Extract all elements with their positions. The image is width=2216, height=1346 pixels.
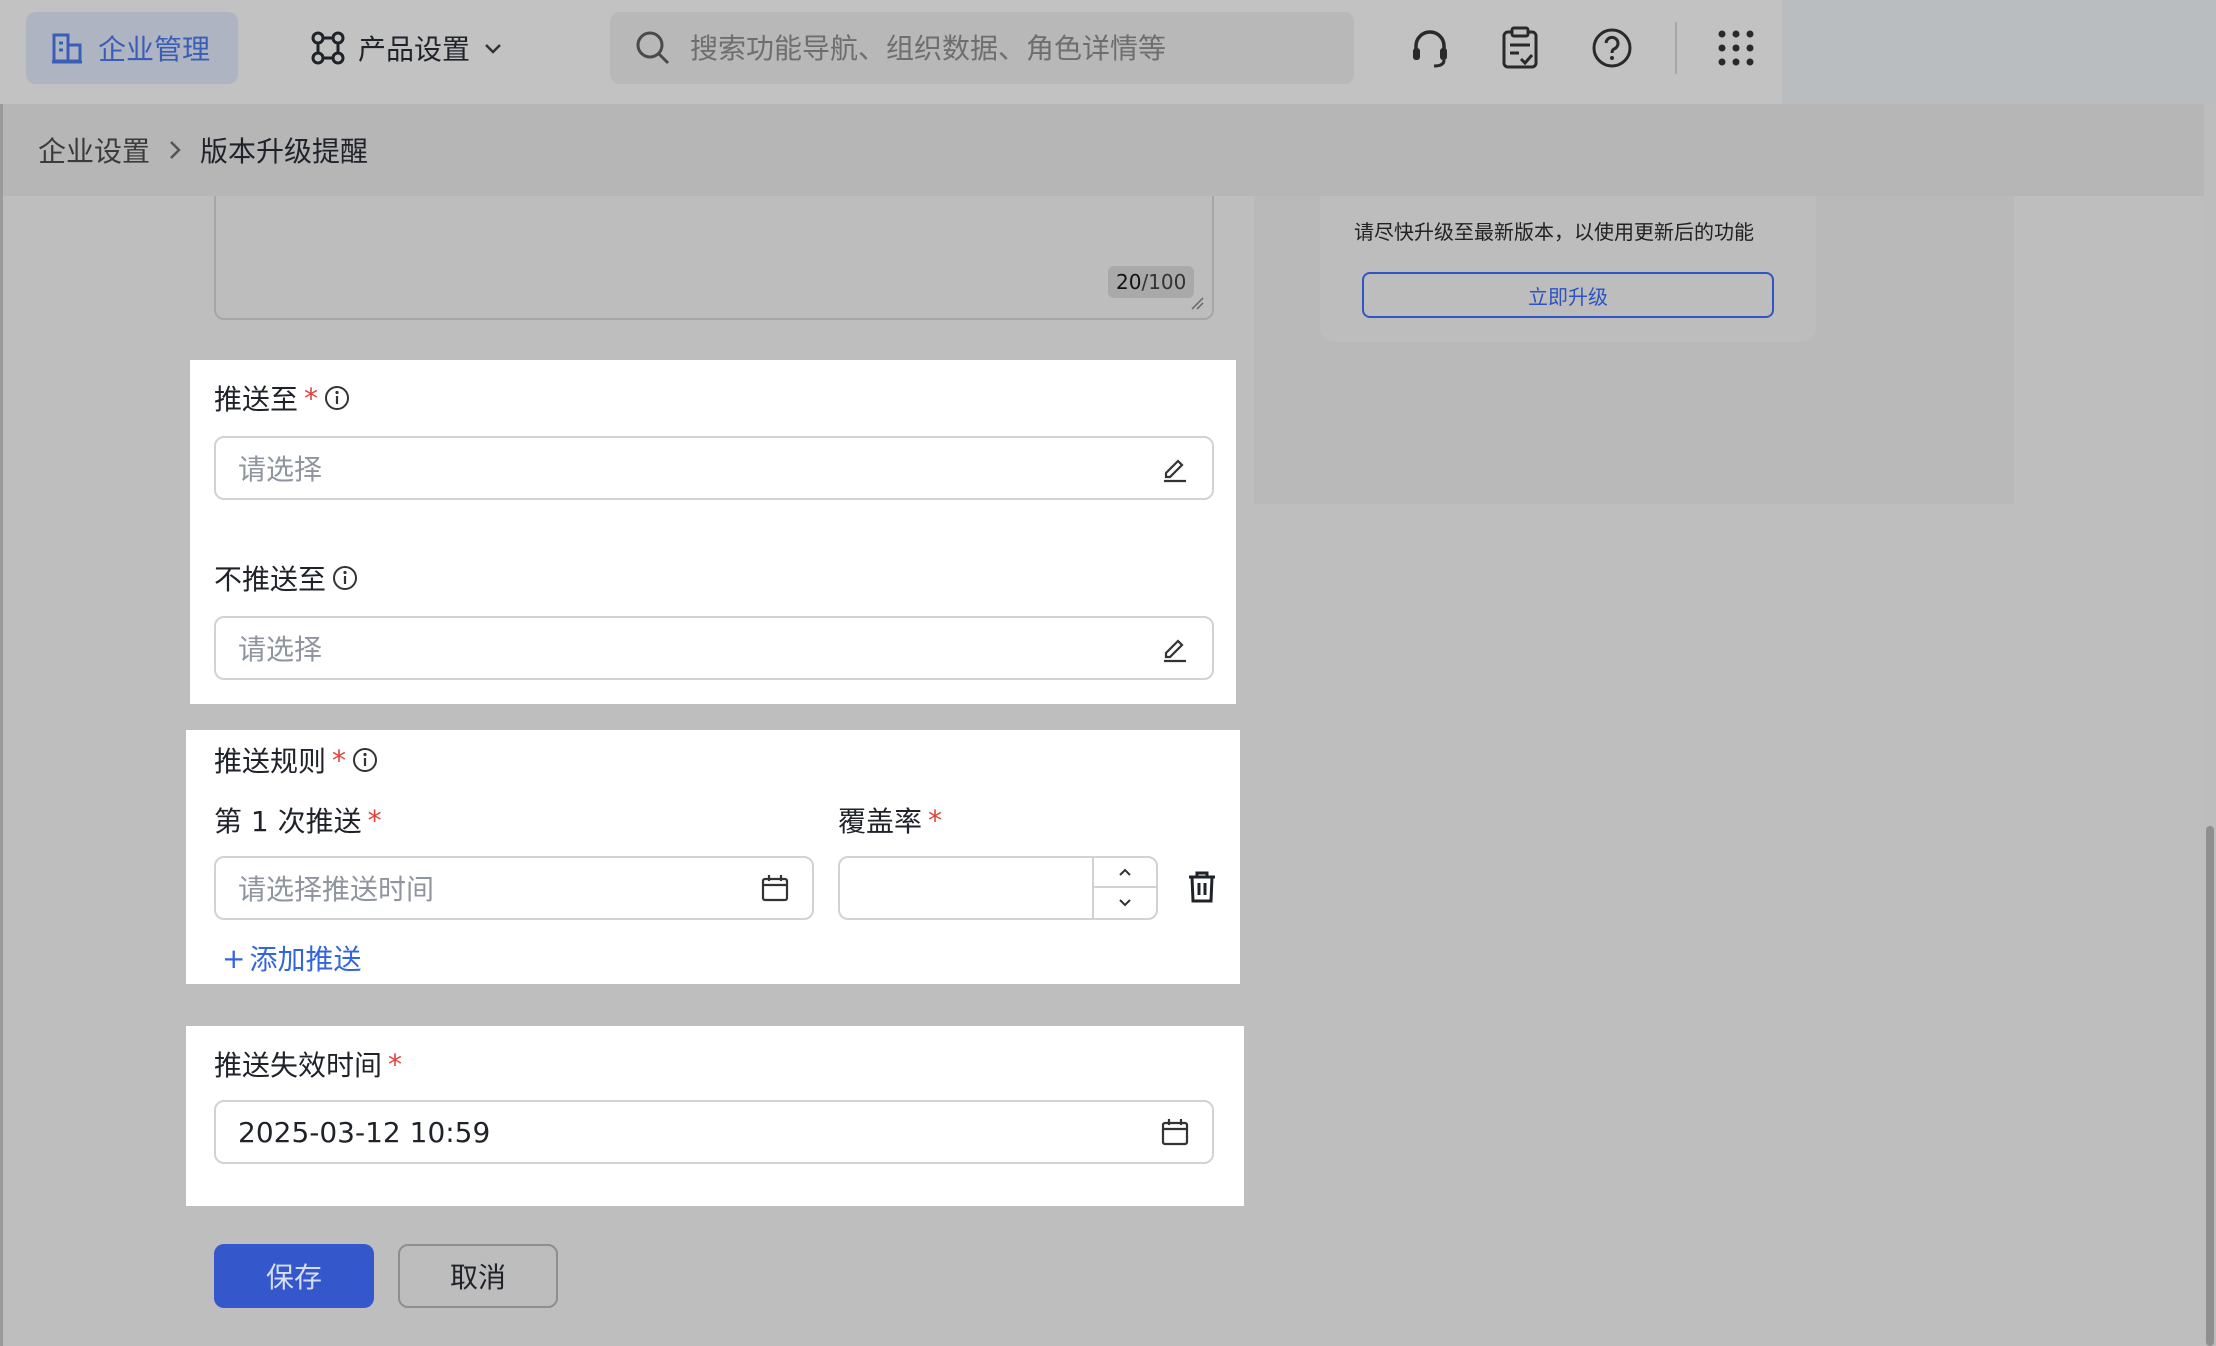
breadcrumb-current: 版本升级提醒 (200, 135, 369, 168)
clipboard-check-icon (1502, 26, 1538, 69)
push-to-label-text: 推送至 (214, 383, 299, 416)
required-mark: * (304, 381, 319, 415)
coverage-label: 覆盖率 * (838, 800, 942, 840)
product-nodes-icon (311, 31, 345, 65)
headset-icon (1413, 30, 1447, 68)
building-icon (52, 33, 82, 64)
coverage-stepper[interactable] (838, 856, 1158, 920)
first-push-time-picker[interactable]: 请选择推送时间 (214, 856, 814, 920)
info-icon[interactable] (352, 747, 378, 773)
coverage-label-text: 覆盖率 (838, 805, 923, 838)
edit-pencil-icon[interactable] (1160, 633, 1190, 663)
upgrade-now-button[interactable]: 立即升级 (1362, 272, 1774, 318)
trash-icon (1189, 871, 1215, 903)
push-to-selector[interactable]: 请选择 (214, 436, 1214, 500)
breadcrumb-parent-link[interactable]: 企业设置 (38, 130, 150, 170)
character-max: /100 (1141, 270, 1187, 294)
expire-time-label-text: 推送失效时间 (214, 1049, 383, 1082)
delete-rule-button[interactable] (1186, 870, 1218, 908)
first-push-label: 第 1 次推送 * (214, 800, 382, 840)
search-input[interactable] (690, 31, 1330, 65)
expire-time-label: 推送失效时间 * (214, 1044, 402, 1084)
expire-time-picker[interactable]: 2025-03-12 10:59 (214, 1100, 1214, 1164)
grid-apps-icon (1718, 30, 1754, 66)
upgrade-preview-card: 请尽快升级至最新版本，以使用更新后的功能 立即升级 (1320, 196, 1816, 342)
calendar-icon (1161, 1119, 1189, 1146)
push-rules-label-text: 推送规则 (214, 745, 327, 778)
stepper-arrows (1092, 858, 1156, 918)
first-push-time-placeholder: 请选择推送时间 (238, 873, 435, 906)
required-mark: * (928, 803, 943, 837)
task-list-button[interactable] (1496, 24, 1544, 72)
add-push-link[interactable]: + 添加推送 (222, 938, 361, 978)
product-settings-label: 产品设置 (358, 33, 471, 66)
add-push-label: 添加推送 (249, 943, 362, 976)
expire-time-value: 2025-03-12 10:59 (238, 1115, 491, 1149)
global-search[interactable] (610, 12, 1354, 84)
not-push-to-label: 不推送至 (214, 558, 358, 598)
calendar-icon (761, 875, 789, 902)
not-push-to-selector[interactable]: 请选择 (214, 616, 1214, 680)
resize-handle-icon (1191, 297, 1204, 310)
top-bar-extension (1782, 0, 2216, 104)
customer-service-button[interactable] (1406, 24, 1454, 72)
stepper-increment-button[interactable] (1094, 858, 1156, 888)
product-settings-menu[interactable]: 产品设置 (310, 20, 504, 76)
brand-label: 企业管理 (98, 33, 211, 66)
info-icon[interactable] (332, 565, 358, 591)
character-count: 20 (1116, 270, 1142, 294)
edit-pencil-icon[interactable] (1160, 453, 1190, 483)
first-push-label-text: 第 1 次推送 (214, 805, 362, 838)
description-textarea[interactable] (214, 196, 1214, 320)
app-frame: 企业管理 产品设置 搜索功能导航、组织数据、角色详情等 企业设置 版本升级提醒 … (0, 0, 2216, 1346)
save-button[interactable]: 保存 (214, 1244, 374, 1308)
push-to-placeholder: 请选择 (238, 453, 323, 486)
help-button[interactable] (1588, 24, 1636, 72)
app-launcher-button[interactable] (1712, 24, 1760, 72)
enterprise-management-button[interactable]: 企业管理 (26, 12, 238, 84)
plus-icon: + (222, 941, 246, 975)
stepper-decrement-button[interactable] (1094, 888, 1156, 918)
required-mark: * (388, 1047, 403, 1081)
required-mark: * (367, 803, 382, 837)
chevron-down-icon (485, 44, 501, 54)
search-icon (636, 31, 670, 65)
chevron-right-icon (170, 141, 181, 159)
toolbar-divider (1675, 22, 1677, 74)
character-counter: 20/100 (1108, 266, 1195, 298)
scrollbar-thumb[interactable] (2206, 826, 2214, 1346)
help-circle-icon (1592, 28, 1632, 68)
not-push-to-label-text: 不推送至 (214, 563, 327, 596)
chevron-down-icon (1119, 899, 1131, 907)
push-to-label: 推送至 * (214, 378, 350, 418)
left-border (0, 104, 3, 1346)
breadcrumb: 企业设置 版本升级提醒 (0, 104, 2216, 196)
required-mark: * (332, 743, 347, 777)
info-icon[interactable] (324, 385, 350, 411)
cancel-button[interactable]: 取消 (398, 1244, 558, 1308)
push-rules-label: 推送规则 * (214, 740, 378, 780)
chevron-up-icon (1119, 868, 1131, 876)
preview-message: 请尽快升级至最新版本，以使用更新后的功能 (1354, 220, 1754, 244)
not-push-to-placeholder: 请选择 (238, 633, 323, 666)
